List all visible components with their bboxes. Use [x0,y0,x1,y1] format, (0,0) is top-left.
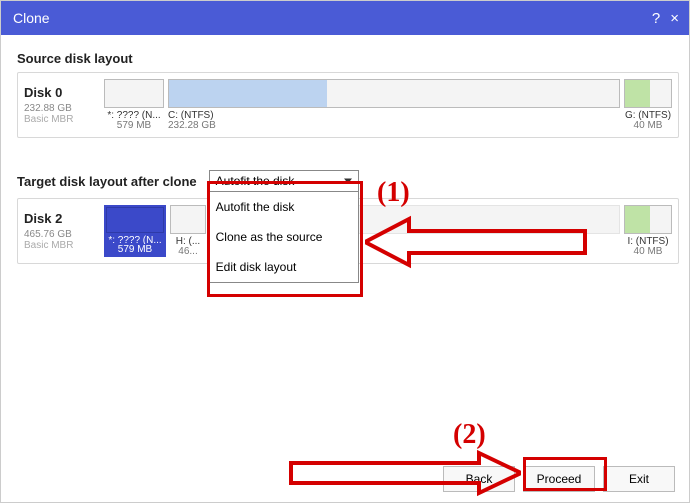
source-disk-name: Disk 0 [24,85,98,100]
window-title: Clone [13,10,50,26]
partition-size: 579 MB [117,120,151,131]
partition-size: 579 MB [118,244,152,255]
target-partition-track: *: ???? (N... 579 MB H: (... 46... I: (N… [104,199,678,263]
titlebar-actions: ? × [652,1,679,35]
partition-size: 40 MB [634,246,663,257]
content-area: Source disk layout Disk 0 232.88 GB Basi… [1,35,689,264]
annotation-number-2: (2) [453,419,486,451]
target-heading-row: Target disk layout after clone Autofit t… [17,170,679,192]
source-partition-2[interactable]: G: (NTFS) 40 MB [624,79,672,131]
source-heading: Source disk layout [17,51,679,66]
source-partition-1[interactable]: C: (NTFS) 232.28 GB [168,79,620,131]
source-partition-track: *: ???? (N... 579 MB C: (NTFS) 232.28 GB… [104,73,678,137]
source-disk-size: 232.88 GB [24,103,98,114]
dropdown-menu: Autofit the disk Clone as the source Edi… [209,192,359,283]
target-disk-size: 465.76 GB [24,229,98,240]
source-partition-0[interactable]: *: ???? (N... 579 MB [104,79,164,131]
help-icon[interactable]: ? [652,10,660,27]
partition-label: *: ???? (N... [107,110,160,120]
partition-size: 40 MB [634,120,663,131]
partition-label: C: (NTFS) [168,110,214,120]
target-disk-type: Basic MBR [24,240,98,251]
source-disk-type: Basic MBR [24,114,98,125]
proceed-button[interactable]: Proceed [523,466,595,492]
source-disk-info: Disk 0 232.88 GB Basic MBR [18,73,104,137]
partition-label: *: ???? (N... [108,235,161,244]
dropdown-option-clone-as-source[interactable]: Clone as the source [210,222,358,252]
dropdown-button[interactable]: Autofit the disk [209,170,359,192]
footer-buttons: Back Proceed Exit [443,466,675,492]
partition-size: 232.28 GB [168,120,216,131]
partition-label: I: (NTFS) [627,236,668,246]
target-disk-name: Disk 2 [24,211,98,226]
dropdown-option-edit-layout[interactable]: Edit disk layout [210,252,358,282]
source-disk-box: Disk 0 232.88 GB Basic MBR *: ???? (N...… [17,72,679,138]
close-icon[interactable]: × [670,10,679,27]
titlebar: Clone ? × [1,1,689,35]
target-partition-0[interactable]: *: ???? (N... 579 MB [104,205,166,257]
partition-label: H: (... [176,236,200,246]
partition-size: 46... [178,246,197,257]
target-partition-2[interactable]: I: (NTFS) 40 MB [624,205,672,257]
exit-button[interactable]: Exit [603,466,675,492]
layout-mode-dropdown[interactable]: Autofit the disk Autofit the disk Clone … [209,170,359,192]
target-heading: Target disk layout after clone [17,174,197,189]
back-button[interactable]: Back [443,466,515,492]
partition-label: G: (NTFS) [625,110,671,120]
target-disk-info: Disk 2 465.76 GB Basic MBR [18,199,104,263]
target-partition-1[interactable]: H: (... 46... [170,205,206,257]
dropdown-option-autofit[interactable]: Autofit the disk [210,192,358,222]
